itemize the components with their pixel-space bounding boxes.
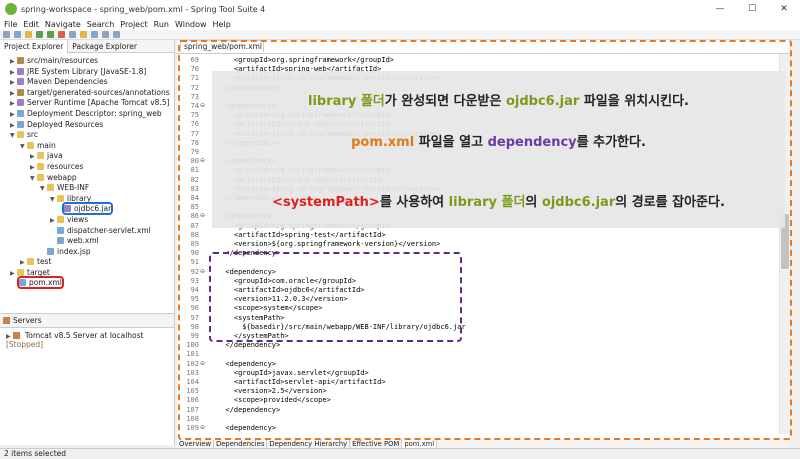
pom-file-icon	[19, 279, 26, 287]
tree-item[interactable]: ▶ views	[0, 215, 174, 226]
folder-icon	[57, 215, 64, 223]
window-controls: — ☐ ✕	[704, 0, 800, 18]
tree-item[interactable]: dispatcher-servlet.xml	[0, 226, 174, 237]
tab-project-explorer[interactable]: Project Explorer	[0, 39, 69, 53]
window-title: spring-workspace - spring_web/pom.xml - …	[21, 4, 266, 14]
tab-dependencies[interactable]: Dependencies	[214, 439, 268, 448]
server-name: Tomcat v8.5 Server at localhost	[24, 331, 144, 340]
servers-panel: Servers ▶ Tomcat v8.5 Server at localhos…	[0, 313, 175, 445]
tab-pom-xml[interactable]: pom.xml	[402, 439, 438, 448]
status-bar: 2 items selected	[0, 448, 800, 459]
source-folder-icon	[17, 57, 24, 64]
tree-item[interactable]: ▶ test	[0, 257, 174, 268]
search-icon[interactable]	[69, 31, 76, 38]
pom-editor-tabs: Overview Dependencies Dependency Hierarc…	[177, 439, 789, 448]
back-icon[interactable]	[102, 31, 109, 38]
next-annotation-icon[interactable]	[91, 31, 98, 38]
menu-navigate[interactable]: Navigate	[45, 20, 81, 29]
tree-item[interactable]: ▼ main	[0, 141, 174, 152]
tree-item[interactable]: ▶ Maven Dependencies	[0, 77, 174, 88]
library-icon	[17, 67, 24, 75]
tree-item[interactable]: ▶ Server Runtime [Apache Tomcat v8.5]	[0, 98, 174, 109]
tab-overview[interactable]: Overview	[177, 439, 214, 448]
tree-item[interactable]: ▶ Deployed Resources	[0, 120, 174, 131]
tree-item[interactable]: ▶ src/main/resources	[0, 56, 174, 67]
status-text: 2 items selected	[4, 449, 67, 458]
menu-help[interactable]: Help	[213, 20, 231, 29]
tree-item[interactable]: index.jsp	[0, 247, 174, 258]
tree-item[interactable]: ▼ WEB-INF	[0, 183, 174, 194]
new-icon[interactable]	[3, 31, 10, 38]
close-button[interactable]: ✕	[768, 0, 800, 18]
project-tree: ▶ src/main/resources ▶ JRE System Library …	[0, 53, 174, 290]
folder-icon	[37, 173, 44, 181]
tree-item[interactable]: ▶ Deployment Descriptor: spring_web	[0, 109, 174, 120]
menu-window[interactable]: Window	[175, 20, 207, 29]
server-state: [Stopped]	[6, 340, 44, 349]
folder-icon	[47, 184, 54, 192]
menu-bar: File Edit Navigate Search Project Run Wi…	[0, 18, 800, 30]
stop-icon[interactable]	[58, 31, 65, 38]
folder-icon	[37, 152, 44, 160]
deployed-resources-icon	[17, 120, 24, 128]
tree-item[interactable]: web.xml	[0, 236, 174, 247]
folder-icon	[27, 141, 34, 149]
folder-icon	[17, 131, 24, 139]
jsp-file-icon	[47, 247, 54, 255]
source-folder-icon	[17, 88, 24, 96]
run-icon[interactable]	[36, 31, 43, 38]
open-type-icon[interactable]	[80, 31, 87, 38]
servers-icon	[3, 317, 10, 324]
ojdbc6-highlight[interactable]: ojdbc6.jar	[61, 202, 114, 216]
tree-item-pom[interactable]: pom.xml	[0, 276, 174, 290]
title-bar: spring-workspace - spring_web/pom.xml - …	[0, 0, 800, 18]
editor-highlight-box	[178, 40, 792, 440]
explorer-tabs: Project Explorer Package Explorer	[0, 39, 174, 53]
tree-item-ojdbc6[interactable]: ojdbc6.jar	[0, 202, 174, 216]
folder-icon	[17, 268, 24, 276]
server-icon	[12, 332, 20, 339]
menu-file[interactable]: File	[4, 20, 17, 29]
menu-search[interactable]: Search	[87, 20, 114, 29]
spring-app-icon	[5, 3, 17, 15]
tree-item[interactable]: ▼ src	[0, 130, 174, 141]
minimize-button[interactable]: —	[704, 0, 736, 18]
xml-file-icon	[57, 226, 64, 234]
tree-item[interactable]: ▼ webapp	[0, 173, 174, 184]
main-toolbar	[0, 30, 800, 40]
tree-item[interactable]: ▶ JRE System Library [JavaSE-1.8]	[0, 67, 174, 78]
tree-item[interactable]: ▶ target/generated-sources/annotations	[0, 88, 174, 99]
server-entry[interactable]: ▶ Tomcat v8.5 Server at localhost [Stopp…	[0, 328, 174, 349]
menu-run[interactable]: Run	[154, 20, 169, 29]
debug-icon[interactable]	[47, 31, 54, 38]
tree-item[interactable]: ▼ library	[0, 194, 174, 205]
build-icon[interactable]	[25, 31, 32, 38]
jar-icon	[64, 205, 71, 213]
tree-item[interactable]: ▶ target	[0, 268, 174, 279]
xml-file-icon	[57, 237, 64, 245]
tree-item[interactable]: ▶ resources	[0, 162, 174, 173]
tree-item[interactable]: ▶ java	[0, 151, 174, 162]
menu-edit[interactable]: Edit	[23, 20, 39, 29]
library-icon	[17, 78, 24, 86]
folder-icon	[57, 194, 64, 202]
library-icon	[17, 99, 24, 107]
menu-project[interactable]: Project	[120, 20, 147, 29]
project-explorer-panel: Project Explorer Package Explorer ▶ src/m…	[0, 39, 175, 313]
descriptor-icon	[17, 109, 24, 117]
folder-icon	[37, 162, 44, 170]
forward-icon[interactable]	[113, 31, 120, 38]
tab-dependency-hierarchy[interactable]: Dependency Hierarchy	[267, 439, 351, 448]
tab-effective-pom[interactable]: Effective POM	[350, 439, 403, 448]
servers-tab[interactable]: Servers	[0, 314, 174, 328]
save-icon[interactable]	[14, 31, 21, 38]
tab-package-explorer[interactable]: Package Explorer	[68, 40, 141, 53]
folder-icon	[27, 258, 34, 266]
pom-highlight[interactable]: pom.xml	[17, 276, 64, 290]
maximize-button[interactable]: ☐	[736, 0, 768, 18]
